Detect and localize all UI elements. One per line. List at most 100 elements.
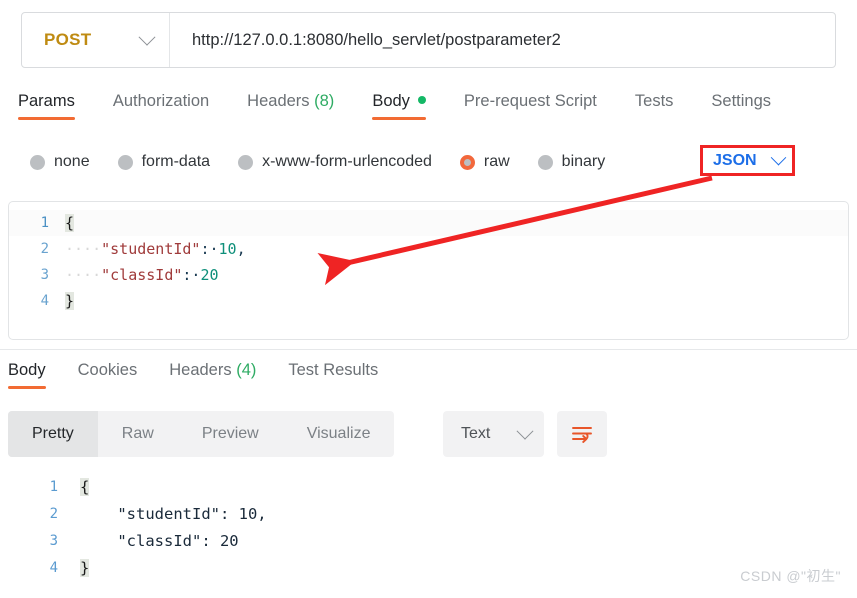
- body-type-x-www-form-urlencoded[interactable]: x-www-form-urlencoded: [238, 153, 432, 171]
- radio-knob-selected-icon: [459, 154, 475, 170]
- panel-divider: [0, 349, 857, 350]
- request-url-input[interactable]: http://127.0.0.1:8080/hello_servlet/post…: [170, 13, 835, 67]
- body-modified-dot-icon: [417, 96, 426, 104]
- tab-body-label: Body: [372, 92, 410, 110]
- tab-pre-request-script[interactable]: Pre-request Script: [464, 92, 597, 120]
- tab-headers-label: Headers: [247, 92, 310, 110]
- line-number: 4: [40, 293, 49, 309]
- chevron-down-icon: [516, 422, 534, 440]
- tab-tests[interactable]: Tests: [635, 92, 674, 120]
- json-value-token: 20: [200, 266, 219, 284]
- view-mode-raw[interactable]: Raw: [98, 411, 178, 457]
- response-format-label: Text: [461, 425, 491, 442]
- brace-token: }: [65, 292, 75, 310]
- tab-authorization-label: Authorization: [112, 92, 210, 110]
- line-content: {: [65, 214, 848, 232]
- response-line: 3 "classId": 20: [0, 527, 857, 554]
- json-key-token: "classId": [101, 266, 183, 284]
- editor-line: 2 ····"studentId":·10,: [9, 236, 848, 262]
- response-tab-cookies-label: Cookies: [77, 361, 138, 379]
- line-number: 2: [40, 241, 49, 257]
- body-type-radio-group: none form-data x-www-form-urlencoded raw…: [30, 148, 633, 176]
- request-tab-bar: Params Authorization Headers (8) Body Pr…: [18, 92, 809, 126]
- postman-window: POST http://127.0.0.1:8080/hello_servlet…: [0, 0, 857, 598]
- view-mode-visualize[interactable]: Visualize: [283, 411, 395, 457]
- radio-knob-icon: [238, 154, 254, 170]
- brace-token: }: [80, 558, 90, 577]
- line-number: 1: [40, 215, 49, 231]
- tab-pre-request-script-label: Pre-request Script: [463, 92, 597, 110]
- line-number: 2: [49, 505, 58, 522]
- response-tab-bar: Body Cookies Headers (4) Test Results: [8, 361, 410, 389]
- tab-settings-label: Settings: [711, 92, 772, 110]
- editor-line: 3 ····"classId":·20: [9, 262, 848, 288]
- editor-line: 1 {: [9, 210, 848, 236]
- line-number: 1: [49, 478, 58, 495]
- response-tab-body[interactable]: Body: [8, 361, 46, 389]
- tab-headers-count: (8): [314, 92, 335, 110]
- response-line: 4 }: [0, 554, 857, 581]
- body-type-binary-label: binary: [561, 153, 606, 170]
- response-line: 1 {: [0, 473, 857, 500]
- tab-authorization[interactable]: Authorization: [113, 92, 209, 120]
- punct-token: :·: [182, 266, 201, 284]
- body-type-raw-label: raw: [483, 153, 510, 170]
- chevron-down-icon: [770, 149, 787, 166]
- body-type-form-data[interactable]: form-data: [117, 153, 211, 171]
- brace-token: {: [65, 214, 75, 232]
- line-content: ····"studentId":·10,: [65, 240, 848, 258]
- response-tab-headers[interactable]: Headers (4): [169, 361, 256, 389]
- brace-token: {: [80, 477, 90, 496]
- wrap-text-button[interactable]: [557, 411, 607, 457]
- request-url-bar: POST http://127.0.0.1:8080/hello_servlet…: [21, 12, 836, 68]
- radio-knob-icon: [537, 154, 553, 170]
- response-line: 2 "studentId": 10,: [0, 500, 857, 527]
- editor-line: 4 }: [9, 288, 848, 314]
- punct-token: :·: [200, 240, 219, 258]
- response-view-mode-group: Pretty Raw Preview Visualize: [8, 411, 395, 457]
- line-number: 4: [49, 559, 58, 576]
- raw-format-label: JSON: [713, 151, 757, 169]
- body-type-raw[interactable]: raw: [459, 153, 510, 171]
- body-type-form-data-label: form-data: [141, 153, 211, 170]
- response-tab-cookies[interactable]: Cookies: [78, 361, 138, 389]
- response-format-select[interactable]: Text: [443, 411, 544, 457]
- response-body-viewer: 1 { 2 "studentId": 10, 3 "classId": 20 4…: [0, 473, 857, 581]
- tab-headers[interactable]: Headers (8): [247, 92, 334, 120]
- line-content: ····"classId":·20: [65, 266, 848, 284]
- indent-token: ····: [65, 240, 102, 258]
- chevron-down-icon: [138, 28, 156, 46]
- line-content: "studentId": 10,: [80, 504, 267, 523]
- tab-body[interactable]: Body: [372, 92, 426, 120]
- http-method-label: POST: [44, 30, 92, 49]
- line-number: 3: [40, 267, 49, 283]
- http-method-select[interactable]: POST: [22, 13, 170, 67]
- json-key-token: "studentId": [101, 240, 201, 258]
- raw-format-select[interactable]: JSON: [700, 145, 795, 176]
- indent-token: ····: [65, 266, 102, 284]
- tab-settings[interactable]: Settings: [711, 92, 771, 120]
- tab-params-label: Params: [18, 92, 75, 110]
- radio-knob-icon: [30, 154, 45, 170]
- comma-token: ,: [236, 240, 246, 258]
- line-number: 3: [49, 532, 58, 549]
- request-body-editor-content: 1 { 2 ····"studentId":·10, 3 ····"classI…: [9, 202, 848, 314]
- response-tab-body-label: Body: [8, 361, 46, 379]
- response-tab-headers-label: Headers: [169, 361, 232, 379]
- wrap-text-icon: [572, 427, 592, 443]
- body-type-binary[interactable]: binary: [537, 153, 606, 171]
- body-type-none[interactable]: none: [30, 153, 90, 171]
- response-tab-test-results[interactable]: Test Results: [288, 361, 378, 389]
- request-body-editor[interactable]: 1 { 2 ····"studentId":·10, 3 ····"classI…: [8, 201, 849, 340]
- body-type-none-label: none: [54, 153, 90, 170]
- line-content: "classId": 20: [80, 531, 239, 550]
- response-tab-headers-count: (4): [236, 361, 257, 379]
- line-content: }: [65, 292, 848, 310]
- json-value-token: 10: [218, 240, 237, 258]
- view-mode-preview[interactable]: Preview: [178, 411, 283, 457]
- tab-params[interactable]: Params: [18, 92, 75, 120]
- body-type-x-www-form-urlencoded-label: x-www-form-urlencoded: [262, 153, 432, 170]
- line-content: {: [80, 477, 857, 496]
- view-mode-pretty[interactable]: Pretty: [8, 411, 98, 457]
- response-tab-test-results-label: Test Results: [288, 361, 379, 379]
